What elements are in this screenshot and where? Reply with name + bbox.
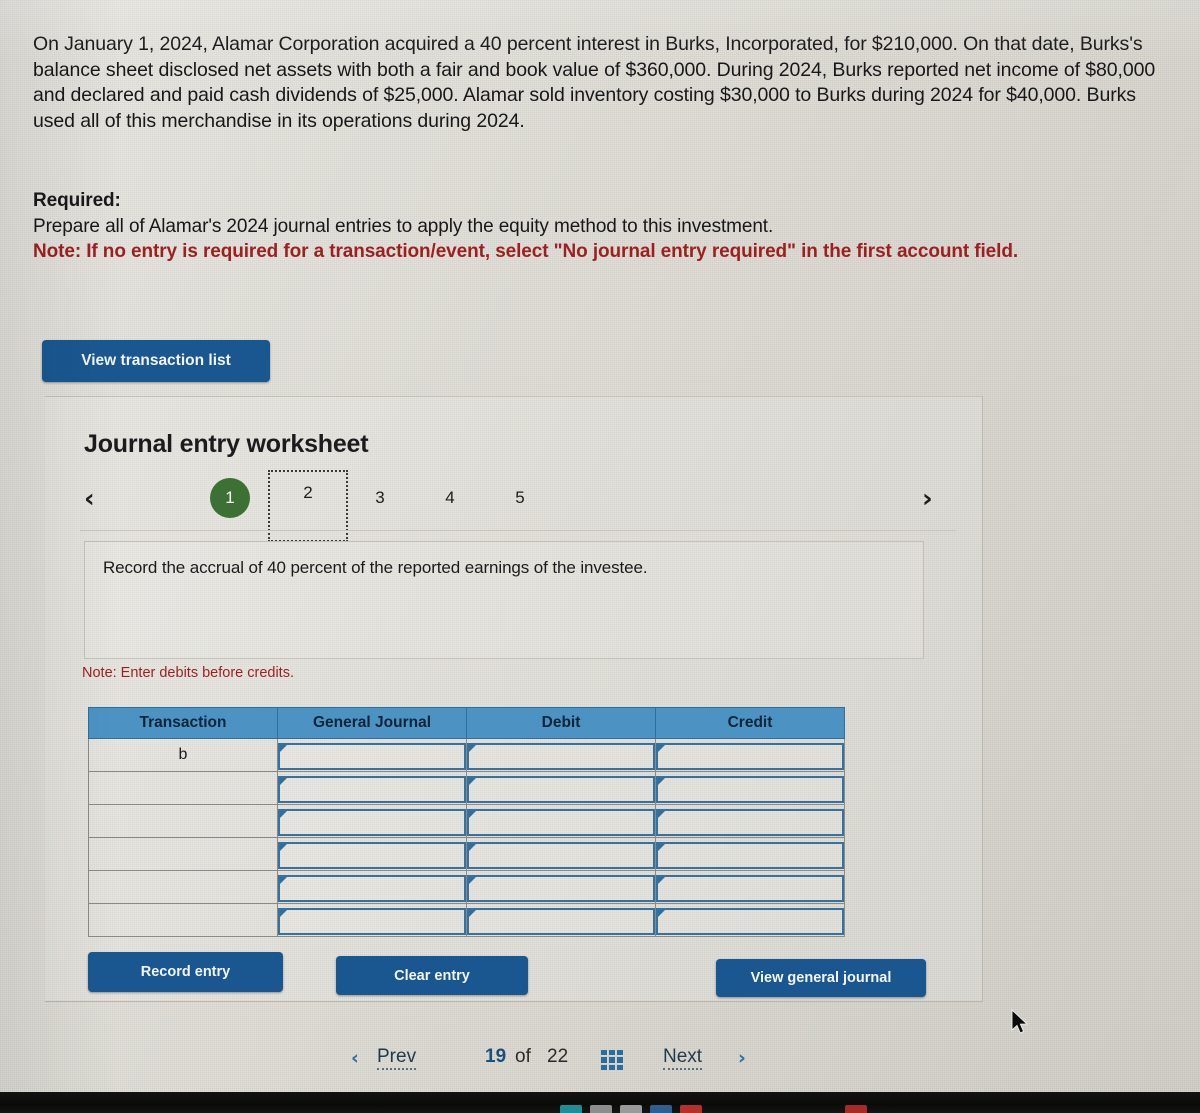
general-journal-input[interactable] [278,742,466,770]
required-heading: Required: [33,190,121,211]
required-note: Note: If no entry is required for a tran… [33,241,1019,262]
cell-general-journal[interactable] [277,903,467,937]
general-journal-input[interactable] [278,841,466,869]
grid-icon[interactable] [601,1050,623,1070]
cell-debit[interactable] [466,804,656,838]
page-of-label: of [515,1046,531,1067]
debit-input[interactable] [467,907,655,935]
cell-credit[interactable] [655,771,845,805]
monitor-bezel [0,1092,1200,1113]
cell-transaction [88,771,278,805]
total-page-count: 22 [547,1046,569,1067]
credit-input[interactable] [656,841,844,869]
clear-entry-button[interactable]: Clear entry [336,956,528,995]
prev-page-link[interactable]: Prev [377,1046,417,1070]
general-journal-input[interactable] [278,874,466,902]
pagination-bar: ‹ Prev 19 of 22 Next › [345,1042,765,1080]
chevron-right-icon[interactable]: › [738,1047,746,1069]
worksheet-tab-3[interactable]: 3 [360,478,400,518]
credit-input[interactable] [656,907,844,935]
general-journal-input[interactable] [278,775,466,803]
cell-general-journal[interactable] [277,870,467,904]
worksheet-tab-1[interactable]: 1 [210,478,250,518]
required-block: Required: Prepare all of Alamar's 2024 j… [33,188,1168,265]
worksheet-title: Journal entry worksheet [84,430,369,458]
cell-credit[interactable] [655,870,845,904]
tabstrip-divider [80,530,956,531]
debit-input[interactable] [467,808,655,836]
cell-general-journal[interactable] [277,837,467,871]
table-row [88,771,845,805]
chevron-left-icon[interactable]: ‹ [84,484,95,514]
debit-input[interactable] [467,742,655,770]
cell-transaction [88,804,278,838]
table-header-row: Transaction General Journal Debit Credit [88,707,845,739]
current-page-number: 19 [485,1046,507,1067]
credit-input[interactable] [656,742,844,770]
table-row [88,837,845,871]
worksheet-tab-5[interactable]: 5 [500,478,540,518]
mouse-cursor-icon [1011,1009,1029,1034]
cell-general-journal[interactable] [277,804,467,838]
general-journal-input[interactable] [278,808,466,836]
required-instruction: Prepare all of Alamar's 2024 journal ent… [33,215,774,237]
cell-transaction [88,903,278,937]
journal-entry-table: Transaction General Journal Debit Credit… [88,707,845,937]
view-transaction-list-button[interactable]: View transaction list [42,340,270,382]
next-page-link[interactable]: Next [663,1046,703,1070]
table-row [88,903,845,937]
cell-credit[interactable] [655,837,845,871]
table-row [88,804,845,838]
view-general-journal-button[interactable]: View general journal [716,959,926,997]
credit-input[interactable] [656,808,844,836]
column-header-general-journal: General Journal [277,707,467,739]
cell-transaction [88,870,278,904]
cell-credit[interactable] [655,903,845,937]
record-entry-button[interactable]: Record entry [88,952,283,992]
note-enter-debits-before-credits: Note: Enter debits before credits. [82,665,294,681]
general-journal-input[interactable] [278,907,466,935]
instruction-box: Record the accrual of 40 percent of the … [84,541,924,659]
cell-transaction: b [88,738,278,772]
chevron-left-icon[interactable]: ‹ [351,1047,359,1069]
debit-input[interactable] [467,775,655,803]
cell-general-journal[interactable] [277,771,467,805]
cell-credit[interactable] [655,804,845,838]
screen-surface: On January 1, 2024, Alamar Corporation a… [0,0,1200,1093]
table-row: b [88,738,845,772]
cell-debit[interactable] [466,738,656,772]
cell-general-journal[interactable] [277,738,467,772]
debit-input[interactable] [467,841,655,869]
problem-statement: On January 1, 2024, Alamar Corporation a… [33,33,1156,132]
table-row [88,870,845,904]
credit-input[interactable] [656,775,844,803]
cell-debit[interactable] [466,870,656,904]
column-header-debit: Debit [466,707,656,739]
cell-transaction [88,837,278,871]
worksheet-tab-4[interactable]: 4 [430,478,470,518]
cell-credit[interactable] [655,738,845,772]
worksheet-tabstrip: ‹ 1 2 3 4 5 › [62,470,972,542]
cell-debit[interactable] [466,837,656,871]
column-header-credit: Credit [655,707,845,739]
credit-input[interactable] [656,874,844,902]
instruction-text: Record the accrual of 40 percent of the … [103,558,648,577]
cell-debit[interactable] [466,903,656,937]
chevron-right-icon[interactable]: › [922,484,933,514]
debit-input[interactable] [467,874,655,902]
column-header-transaction: Transaction [88,707,278,739]
cell-debit[interactable] [466,771,656,805]
